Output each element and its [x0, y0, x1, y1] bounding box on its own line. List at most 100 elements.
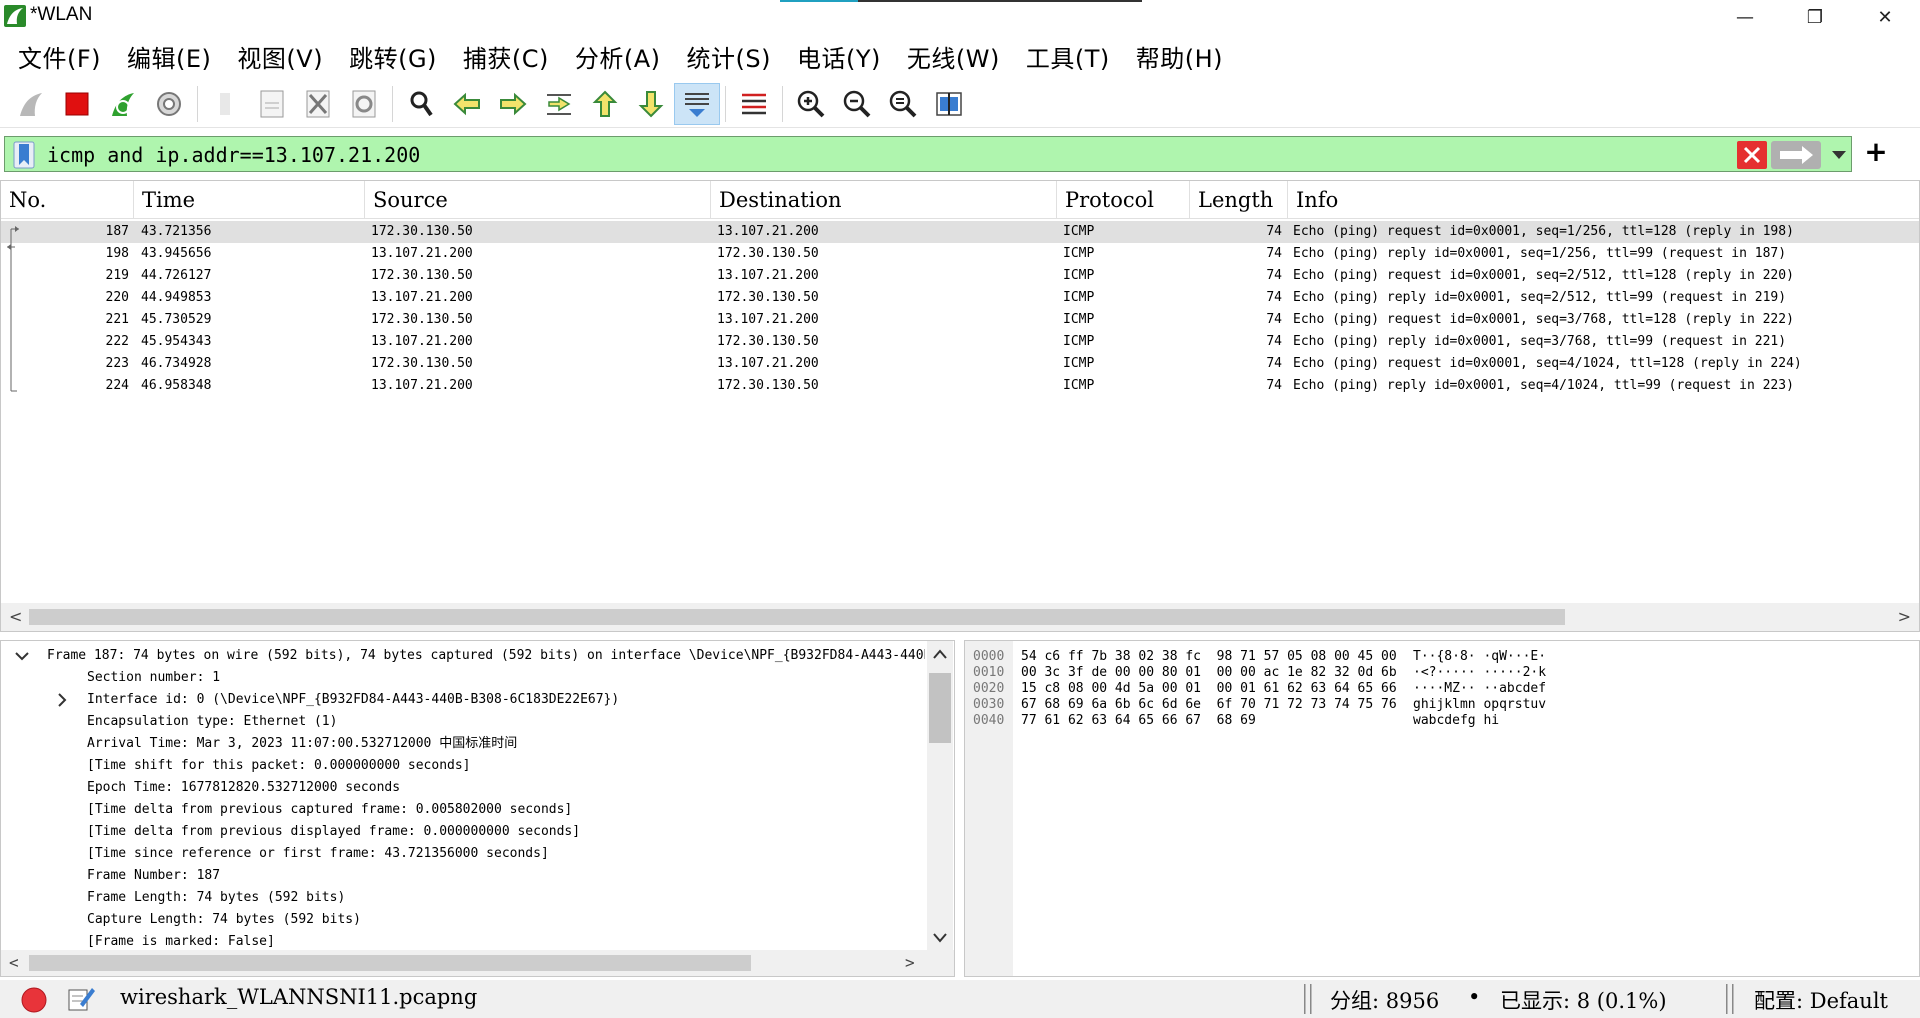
find-packet-button[interactable]: [398, 83, 444, 125]
menu-wireless[interactable]: 无线(W): [897, 39, 1016, 74]
detail-tree-item[interactable]: Interface id: 0 (\Device\NPF_{B932FD84-A…: [1, 689, 925, 711]
zoom-out-button[interactable]: [834, 83, 880, 125]
restore-button[interactable]: ❐: [1780, 0, 1850, 34]
bytes-hex[interactable]: 00 3c 3f de 00 00 80 01 00 00 ac 1e 82 3…: [1021, 665, 1397, 681]
last-packet-button[interactable]: [628, 83, 674, 125]
colorize-button[interactable]: [731, 83, 777, 125]
column-header-source[interactable]: Source: [365, 181, 711, 219]
capture-options-button[interactable]: [146, 83, 192, 125]
autoscroll-button[interactable]: [674, 82, 720, 125]
add-filter-button[interactable]: +: [1862, 138, 1890, 168]
reload-file-button[interactable]: [341, 83, 387, 125]
packet-row[interactable]: 222 45.954343 13.107.21.200 172.30.130.50 IC…: [1, 331, 1919, 353]
bytes-offset[interactable]: 0010: [973, 665, 1004, 681]
bytes-offset[interactable]: 0040: [973, 713, 1004, 729]
bytes-ascii[interactable]: T··{8·8· ·qW···E·: [1413, 649, 1546, 665]
column-header-protocol[interactable]: Protocol: [1057, 181, 1190, 219]
resize-columns-button[interactable]: [926, 83, 972, 125]
clear-filter-button[interactable]: [1737, 141, 1767, 169]
capture-running-icon[interactable]: [20, 986, 48, 1014]
go-to-packet-button[interactable]: [536, 83, 582, 125]
scroll-left-icon[interactable]: <: [9, 953, 19, 972]
column-header-destination[interactable]: Destination: [711, 181, 1057, 219]
scrollbar-thumb[interactable]: [929, 673, 951, 743]
detail-tree-item[interactable]: Section number: 1: [1, 667, 925, 689]
menu-tools[interactable]: 工具(T): [1016, 39, 1126, 74]
menu-analyze[interactable]: 分析(A): [565, 39, 677, 74]
packet-row[interactable]: 221 45.730529 172.30.130.50 13.107.21.200 IC…: [1, 309, 1919, 331]
packet-row[interactable]: 219 44.726127 172.30.130.50 13.107.21.200 IC…: [1, 265, 1919, 287]
menu-go[interactable]: 跳转(G): [339, 39, 453, 74]
column-header-length[interactable]: Length: [1190, 181, 1288, 219]
detail-tree-item[interactable]: [Time shift for this packet: 0.000000000…: [1, 755, 925, 777]
scrollbar-thumb[interactable]: [29, 955, 751, 971]
first-packet-button[interactable]: [582, 83, 628, 125]
packet-list-hscrollbar[interactable]: < >: [1, 603, 1919, 631]
menu-capture[interactable]: 捕获(C): [453, 39, 565, 74]
detail-tree-item[interactable]: Capture Length: 74 bytes (592 bits): [1, 909, 925, 931]
menu-telephony[interactable]: 电话(Y): [787, 39, 897, 74]
status-profile[interactable]: 配置: Default: [1754, 985, 1888, 1015]
bytes-hex[interactable]: 54 c6 ff 7b 38 02 38 fc 98 71 57 05 08 0…: [1021, 649, 1397, 665]
menu-edit[interactable]: 编辑(E): [117, 39, 227, 74]
menu-statistics[interactable]: 统计(S): [677, 39, 787, 74]
detail-tree-item[interactable]: Encapsulation type: Ethernet (1): [1, 711, 925, 733]
column-header-info[interactable]: Info: [1288, 181, 1919, 219]
restart-capture-button[interactable]: [100, 83, 146, 125]
filter-history-dropdown[interactable]: [1827, 143, 1851, 167]
edit-comment-icon[interactable]: [66, 984, 96, 1014]
scroll-down-icon[interactable]: [933, 933, 947, 943]
chevron-down-icon[interactable]: [15, 649, 29, 663]
apply-filter-button[interactable]: [1771, 141, 1821, 169]
go-back-button[interactable]: [444, 83, 490, 125]
bytes-offset[interactable]: 0000: [973, 649, 1004, 665]
close-button[interactable]: ✕: [1850, 0, 1920, 34]
close-file-button[interactable]: [295, 83, 341, 125]
scroll-up-icon[interactable]: [933, 649, 947, 659]
detail-tree-item[interactable]: Arrival Time: Mar 3, 2023 11:07:00.53271…: [1, 733, 925, 755]
packet-row[interactable]: 224 46.958348 13.107.21.200 172.30.130.50 IC…: [1, 375, 1919, 397]
details-hscrollbar[interactable]: < >: [1, 950, 954, 976]
scroll-left-icon[interactable]: <: [9, 607, 22, 626]
packet-row[interactable]: 187 43.721356 172.30.130.50 13.107.21.200 IC…: [1, 221, 1919, 243]
minimize-button[interactable]: —: [1710, 0, 1780, 34]
bytes-hex[interactable]: 77 61 62 63 64 65 66 67 68 69: [1021, 713, 1256, 729]
scroll-right-icon[interactable]: >: [905, 953, 915, 972]
chevron-right-icon[interactable]: [55, 693, 69, 707]
bytes-ascii[interactable]: wabcdefg hi: [1413, 713, 1499, 729]
scroll-right-icon[interactable]: >: [1898, 607, 1911, 626]
bytes-hex[interactable]: 15 c8 08 00 4d 5a 00 01 00 01 61 62 63 6…: [1021, 681, 1397, 697]
save-file-button[interactable]: [249, 83, 295, 125]
scrollbar-thumb[interactable]: [29, 609, 1565, 625]
detail-tree-item[interactable]: [Time delta from previous captured frame…: [1, 799, 925, 821]
packet-row[interactable]: 223 46.734928 172.30.130.50 13.107.21.200 IC…: [1, 353, 1919, 375]
detail-tree-item[interactable]: Epoch Time: 1677812820.532712000 seconds: [1, 777, 925, 799]
packet-row[interactable]: 198 43.945656 13.107.21.200 172.30.130.50 IC…: [1, 243, 1919, 265]
menu-help[interactable]: 帮助(H): [1126, 39, 1239, 74]
column-header-no[interactable]: No.: [1, 181, 134, 219]
menu-view[interactable]: 视图(V): [227, 39, 339, 74]
details-vscrollbar[interactable]: [927, 641, 953, 951]
start-capture-button[interactable]: [8, 83, 54, 125]
column-header-time[interactable]: Time: [134, 181, 365, 219]
normal-size-button[interactable]: [880, 83, 926, 125]
bytes-hex[interactable]: 67 68 69 6a 6b 6c 6d 6e 6f 70 71 72 73 7…: [1021, 697, 1397, 713]
detail-tree-item[interactable]: Frame 187: 74 bytes on wire (592 bits), …: [1, 645, 925, 667]
bytes-ascii[interactable]: ghijklmn opqrstuv: [1413, 697, 1546, 713]
bytes-offset[interactable]: 0030: [973, 697, 1004, 713]
bytes-ascii[interactable]: ·<?····· ·····2·k: [1413, 665, 1546, 681]
detail-tree-item[interactable]: Frame Length: 74 bytes (592 bits): [1, 887, 925, 909]
detail-tree-item[interactable]: Frame Number: 187: [1, 865, 925, 887]
stop-capture-button[interactable]: [54, 83, 100, 125]
menu-file[interactable]: 文件(F): [8, 39, 117, 74]
bookmark-icon[interactable]: [13, 141, 35, 169]
detail-tree-item[interactable]: [Time since reference or first frame: 43…: [1, 843, 925, 865]
open-file-button[interactable]: [203, 83, 249, 125]
display-filter-input[interactable]: [47, 140, 1507, 170]
bytes-offset[interactable]: 0020: [973, 681, 1004, 697]
packet-row[interactable]: 220 44.949853 13.107.21.200 172.30.130.50 IC…: [1, 287, 1919, 309]
bytes-ascii[interactable]: ····MZ·· ··abcdef: [1413, 681, 1546, 697]
detail-tree-item[interactable]: [Time delta from previous displayed fram…: [1, 821, 925, 843]
go-forward-button[interactable]: [490, 83, 536, 125]
zoom-in-button[interactable]: [788, 83, 834, 125]
